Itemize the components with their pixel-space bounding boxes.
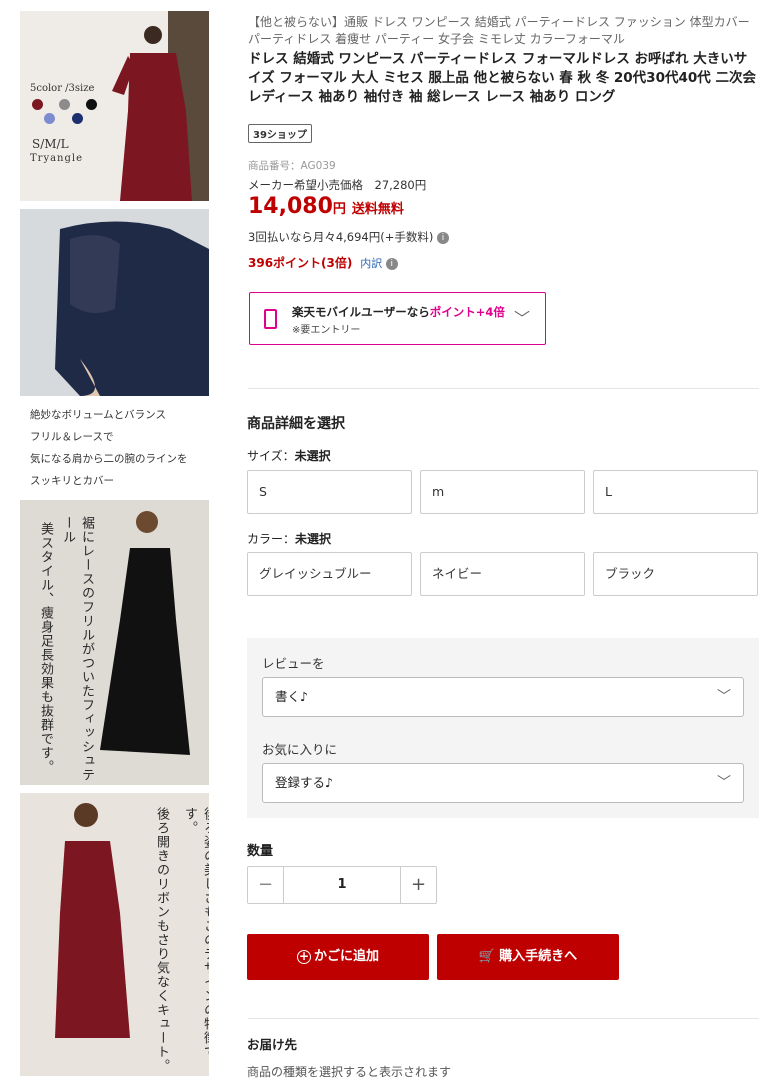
product-image-2[interactable] xyxy=(20,209,209,396)
installment-info: 3回払いなら月々4,694円(+手数料) i xyxy=(248,229,450,245)
size-label: S/M/L xyxy=(32,137,69,151)
caption-line: 絶妙なボリュームとバランス xyxy=(30,409,166,421)
color-option-black[interactable]: ブラック xyxy=(593,552,758,596)
dress-closeup-photo xyxy=(20,209,209,396)
price-value: 14,080 xyxy=(248,194,333,219)
promo-text: 楽天モバイルユーザーならポイント+4倍 xyxy=(292,305,505,319)
color-option-navy[interactable]: ネイビー xyxy=(420,552,585,596)
product-image-3[interactable]: 裾にレースのフリルがついたフィッシュテール 美スタイル、痩身足長効果も抜群です。 xyxy=(20,500,209,785)
review-select[interactable]: 書く♪ ﹀ xyxy=(262,677,744,717)
dress-photo xyxy=(20,11,209,201)
points-value: 396ポイント(3倍) xyxy=(248,256,353,270)
chevron-down-icon: ﹀ xyxy=(514,309,531,328)
divider xyxy=(248,388,759,389)
price: 14,080円 送料無料 xyxy=(248,194,404,219)
swatch xyxy=(86,99,97,110)
chevron-down-icon: ﹀ xyxy=(717,689,731,705)
price-yen: 円 xyxy=(332,202,346,217)
size-option-m[interactable]: m xyxy=(420,470,585,514)
installment-text: 3回払いなら月々4,694円(+手数料) xyxy=(248,230,434,244)
product-number: 商品番号：AG039 xyxy=(248,160,336,172)
rakuten-mobile-promo[interactable]: 楽天モバイルユーザーならポイント+4倍 ※要エントリー ﹀ xyxy=(249,292,546,345)
caption-line: スッキリとカバー xyxy=(30,475,114,487)
size-option-s[interactable]: S xyxy=(247,470,412,514)
caption-line: フリル＆レースで xyxy=(30,431,114,443)
product-image-4[interactable]: 後ろ姿の美しさもこのデザインの特徴です。 後ろ開きのリボンもさり気なくキュート。 xyxy=(20,793,209,1076)
shop-badge: 39ショップ xyxy=(248,124,312,143)
product-title: ドレス 結婚式 ワンピース パーティードレス フォーマルドレス お呼ばれ 大きい… xyxy=(248,51,756,105)
info-icon[interactable]: i xyxy=(437,231,450,244)
phone-icon xyxy=(264,309,277,329)
swatch xyxy=(32,99,43,110)
image-caption: 絶妙なボリュームとバランス フリル＆レースで 気になる肩から二の腕のラインを ス… xyxy=(30,404,210,492)
quantity-stepper: − 1 + xyxy=(247,866,437,904)
color-option-grayish-blue[interactable]: グレイッシュブルー xyxy=(247,552,412,596)
delivery-note: 商品の種類を選択すると表示されます xyxy=(247,1065,452,1079)
promo-subtext: ※要エントリー xyxy=(292,325,361,336)
plus-circle-icon: + xyxy=(296,948,311,964)
cart-icon: 🛒 xyxy=(478,949,496,964)
points-info: 396ポイント(3倍) 内訳 i xyxy=(248,254,398,271)
vertical-copy-a: 裾にレースのフリルがついたフィッシュテール xyxy=(60,516,94,782)
chevron-down-icon: ﹀ xyxy=(717,775,731,791)
info-icon: i xyxy=(385,258,398,270)
add-to-cart-button[interactable]: + かごに追加 xyxy=(247,934,429,980)
caption-line: 気になる肩から二の腕のラインを xyxy=(30,453,188,465)
msrp-price: メーカー希望小売価格 27,280円 xyxy=(248,178,427,192)
swatch xyxy=(59,99,70,110)
vertical-copy-b: 後ろ開きのリボンもさり気なくキュート。 xyxy=(154,807,169,1073)
points-breakdown-link[interactable]: 内訳 i xyxy=(360,257,398,270)
brand-logo: Tryangle xyxy=(30,153,84,164)
vertical-copy-a: 後ろ姿の美しさもこのデザインの特徴です。 xyxy=(182,807,209,1059)
vertical-copy-b: 美スタイル、痩身足長効果も抜群です。 xyxy=(38,522,53,774)
color-size-label: 5color /3size xyxy=(30,83,95,94)
swatch xyxy=(44,113,55,124)
delivery-title: お届け先 xyxy=(247,1037,298,1052)
minus-icon[interactable]: − xyxy=(248,867,284,903)
divider xyxy=(248,1018,759,1019)
quantity-label: 数量 xyxy=(247,844,274,859)
favorite-select[interactable]: 登録する♪ ﹀ xyxy=(262,763,744,803)
size-option-l[interactable]: L xyxy=(593,470,758,514)
favorite-label: お気に入りに xyxy=(262,742,338,757)
checkout-button[interactable]: 🛒 購入手続きへ xyxy=(437,934,619,980)
color-label: カラー：未選択 xyxy=(247,532,332,546)
size-label: サイズ：未選択 xyxy=(247,449,331,463)
free-shipping-label: 送料無料 xyxy=(351,202,404,217)
review-label: レビューを xyxy=(262,656,325,671)
product-image-1[interactable]: 5color /3size S/M/L Tryangle xyxy=(20,11,209,201)
options-section-title: 商品詳細を選択 xyxy=(247,416,345,432)
product-subtitle: 【他と被らない】通販 ドレス ワンピース 結婚式 パーティードレス ファッション… xyxy=(248,15,750,46)
plus-icon[interactable]: + xyxy=(400,867,436,903)
quantity-input[interactable]: 1 xyxy=(284,867,400,903)
swatch xyxy=(72,113,83,124)
